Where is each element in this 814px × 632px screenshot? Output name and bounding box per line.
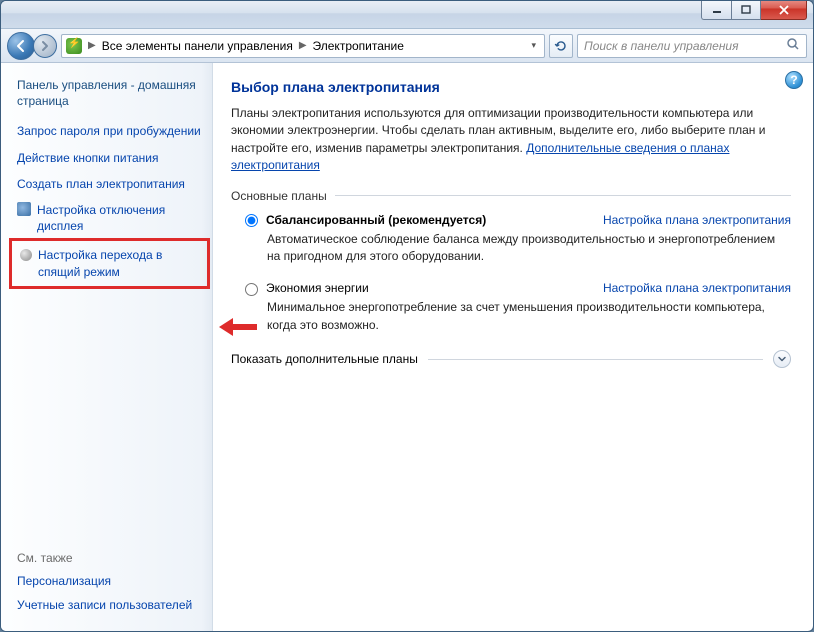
see-also-personalization[interactable]: Персонализация [17,573,202,589]
breadcrumb-1[interactable]: Все элементы панели управления [102,39,293,53]
forward-button[interactable] [33,34,57,58]
window: ▶ Все элементы панели управления ▶ Элект… [0,0,814,632]
chevron-right-icon: ▶ [86,40,98,51]
plan-name: Экономия энергии [266,281,369,295]
plan-settings-link[interactable]: Настройка плана электропитания [603,213,791,227]
plan-description: Автоматическое соблюдение баланса между … [267,231,791,266]
plan-name: Сбалансированный (рекомендуется) [266,213,486,227]
close-button[interactable] [761,0,807,20]
plan-balanced: Сбалансированный (рекомендуется) Настрой… [245,213,791,266]
see-also-user-accounts[interactable]: Учетные записи пользователей [17,597,202,613]
nav-buttons [7,32,57,60]
search-box[interactable]: Поиск в панели управления [577,34,807,58]
main-content: Выбор плана электропитания Планы электро… [213,63,813,631]
sidebar-link-create-plan[interactable]: Создать план электропитания [17,176,202,192]
chevron-down-icon [773,350,791,368]
maximize-button[interactable] [731,0,761,20]
search-placeholder: Поиск в панели управления [584,39,739,53]
chevron-right-icon: ▶ [297,40,309,51]
plan-radio-balanced[interactable]: Сбалансированный (рекомендуется) [245,213,486,227]
breadcrumb-2[interactable]: Электропитание [313,39,404,53]
page-intro: Планы электропитания используются для оп… [231,105,791,175]
sidebar-link-password-wake[interactable]: Запрос пароля при пробуждении [17,123,202,139]
plan-description: Минимальное энергопотребление за счет ум… [267,299,791,334]
radio-input[interactable] [245,283,258,296]
body: ? Панель управления - домашняя страница … [1,63,813,631]
sidebar-home-link[interactable]: Панель управления - домашняя страница [17,77,202,109]
show-additional-plans[interactable]: Показать дополнительные планы [231,350,791,368]
address-toolbar: ▶ Все элементы панели управления ▶ Элект… [1,29,813,63]
plan-power-saver: Экономия энергии Настройка плана электро… [245,281,791,334]
divider [335,195,791,196]
sidebar: Панель управления - домашняя страница За… [1,63,213,631]
plan-head: Экономия энергии Настройка плана электро… [245,281,791,295]
see-also-heading: См. также [17,551,202,565]
divider [428,359,763,360]
sidebar-link-label: Настройка отключения дисплея [37,202,202,234]
address-bar[interactable]: ▶ Все элементы панели управления ▶ Элект… [61,34,545,58]
minimize-button[interactable] [701,0,731,20]
sidebar-link-power-button-action[interactable]: Действие кнопки питания [17,150,202,166]
expander-label: Показать дополнительные планы [231,352,418,366]
section-label: Основные планы [231,189,327,203]
page-title: Выбор плана электропитания [231,79,791,95]
sidebar-link-display-off[interactable]: Настройка отключения дисплея [17,202,202,234]
titlebar [1,1,813,29]
dot-icon [20,249,32,261]
radio-input[interactable] [245,214,258,227]
control-panel-icon [66,38,82,54]
shield-icon [17,202,31,216]
plan-settings-link[interactable]: Настройка плана электропитания [603,281,791,295]
window-buttons [701,0,807,20]
sidebar-link-label: Настройка перехода в спящий режим [38,247,199,279]
plan-head: Сбалансированный (рекомендуется) Настрой… [245,213,791,227]
address-dropdown[interactable]: ▾ [527,40,540,51]
section-heading-main-plans: Основные планы [231,189,791,203]
back-button[interactable] [7,32,35,60]
refresh-button[interactable] [549,34,573,58]
sidebar-link-sleep-settings[interactable]: Настройка перехода в спящий режим [20,247,199,279]
plan-radio-power-saver[interactable]: Экономия энергии [245,281,369,295]
search-icon [786,37,800,54]
highlighted-annotation: Настройка перехода в спящий режим [9,238,210,288]
